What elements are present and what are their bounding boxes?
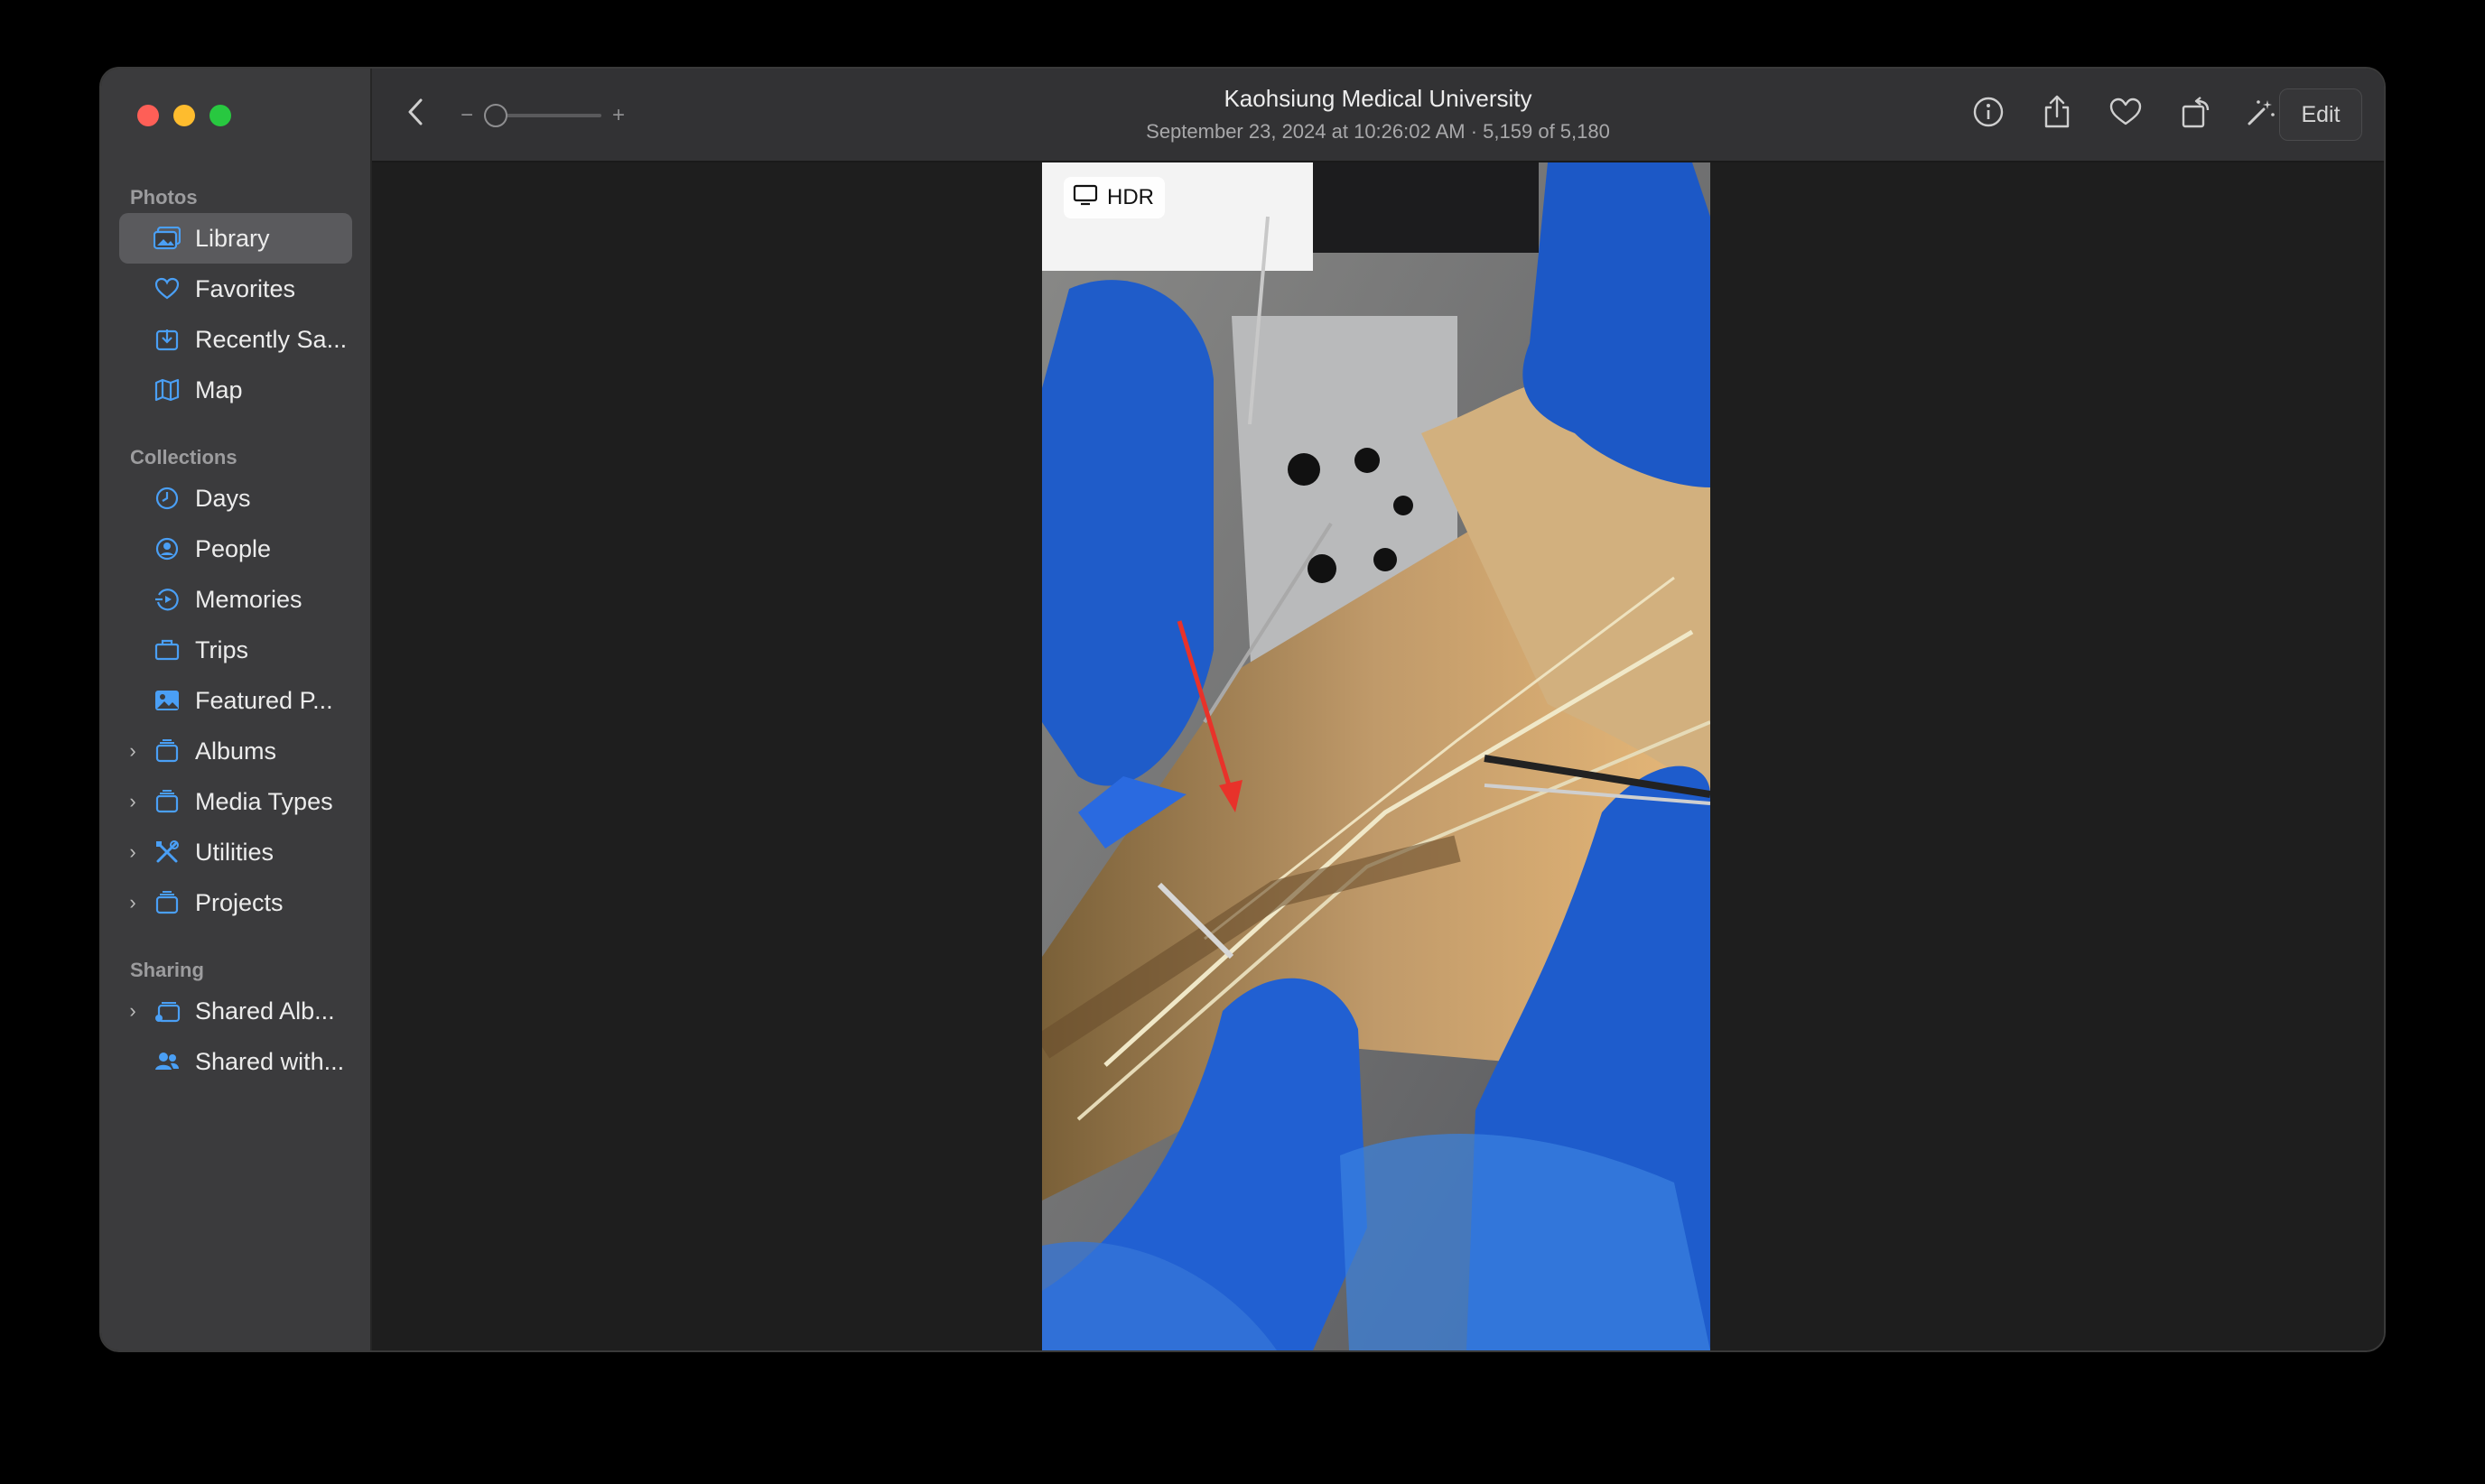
person-circle-icon	[150, 534, 184, 563]
disclosure-chevron-icon[interactable]: ›	[119, 739, 146, 763]
download-tray-icon	[150, 325, 184, 354]
sidebar-item-shared-albums[interactable]: › Shared Alb...	[119, 986, 352, 1036]
photos-window: Photos Library Favorites Recently Sa...	[101, 69, 2384, 1350]
window-controls	[137, 105, 231, 126]
magic-wand-icon	[2246, 97, 2276, 132]
tools-icon	[150, 838, 184, 867]
sidebar-item-utilities[interactable]: › Utilities	[119, 827, 352, 877]
hdr-label: HDR	[1107, 185, 1154, 209]
share-icon	[2043, 95, 2071, 134]
shared-album-icon	[150, 997, 184, 1025]
people-icon	[150, 1047, 184, 1076]
sidebar-item-map[interactable]: Map	[119, 365, 352, 415]
sidebar-item-people[interactable]: People	[119, 524, 352, 574]
photo-image[interactable]: HDR	[1042, 162, 1710, 1350]
share-button[interactable]	[2032, 88, 2082, 139]
minimize-window-button[interactable]	[173, 105, 195, 126]
sidebar-item-albums[interactable]: › Albums	[119, 726, 352, 776]
sidebar-item-featured-photos[interactable]: Featured P...	[119, 675, 352, 726]
heart-icon	[2109, 97, 2142, 131]
folder-stack-icon	[150, 737, 184, 765]
section-title-sharing: Sharing	[130, 959, 204, 981]
suitcase-icon	[150, 635, 184, 664]
photo-icon	[150, 686, 184, 715]
zoom-window-button[interactable]	[209, 105, 231, 126]
rotate-icon	[2181, 96, 2211, 133]
memories-icon	[150, 585, 184, 614]
edit-button[interactable]: Edit	[2279, 88, 2362, 141]
info-button[interactable]	[1963, 88, 2014, 139]
favorite-button[interactable]	[2100, 88, 2151, 139]
rotate-button[interactable]	[2171, 88, 2221, 139]
folder-stack-icon	[150, 787, 184, 816]
sidebar-item-memories[interactable]: Memories	[119, 574, 352, 625]
disclosure-chevron-icon[interactable]: ›	[119, 891, 146, 914]
sidebar-item-favorites[interactable]: Favorites	[119, 264, 352, 314]
sidebar-item-library[interactable]: Library	[119, 213, 352, 264]
folder-stack-icon	[150, 888, 184, 917]
sidebar-item-projects[interactable]: › Projects	[119, 877, 352, 928]
map-icon	[150, 376, 184, 404]
toolbar: − + Kaohsiung Medical University Septemb…	[372, 69, 2384, 162]
sidebar-item-trips[interactable]: Trips	[119, 625, 352, 675]
photo-library-icon	[150, 224, 184, 253]
sidebar-item-shared-with-you[interactable]: Shared with...	[119, 1036, 352, 1087]
clock-icon	[150, 484, 184, 513]
section-title-collections: Collections	[130, 446, 237, 468]
sidebar-item-media-types[interactable]: › Media Types	[119, 776, 352, 827]
disclosure-chevron-icon[interactable]: ›	[119, 999, 146, 1023]
close-window-button[interactable]	[137, 105, 159, 126]
hdr-badge: HDR	[1064, 177, 1165, 218]
sidebar-item-recently-saved[interactable]: Recently Sa...	[119, 314, 352, 365]
dissection-photo-illustration	[1042, 162, 1710, 1350]
sidebar: Photos Library Favorites Recently Sa...	[101, 69, 372, 1350]
section-title-photos: Photos	[130, 186, 198, 209]
display-icon	[1073, 184, 1098, 212]
heart-icon	[150, 274, 184, 303]
photo-viewer: HDR	[372, 162, 2384, 1350]
disclosure-chevron-icon[interactable]: ›	[119, 790, 146, 813]
info-icon	[1973, 97, 2004, 132]
sidebar-item-days[interactable]: Days	[119, 473, 352, 524]
disclosure-chevron-icon[interactable]: ›	[119, 840, 146, 864]
